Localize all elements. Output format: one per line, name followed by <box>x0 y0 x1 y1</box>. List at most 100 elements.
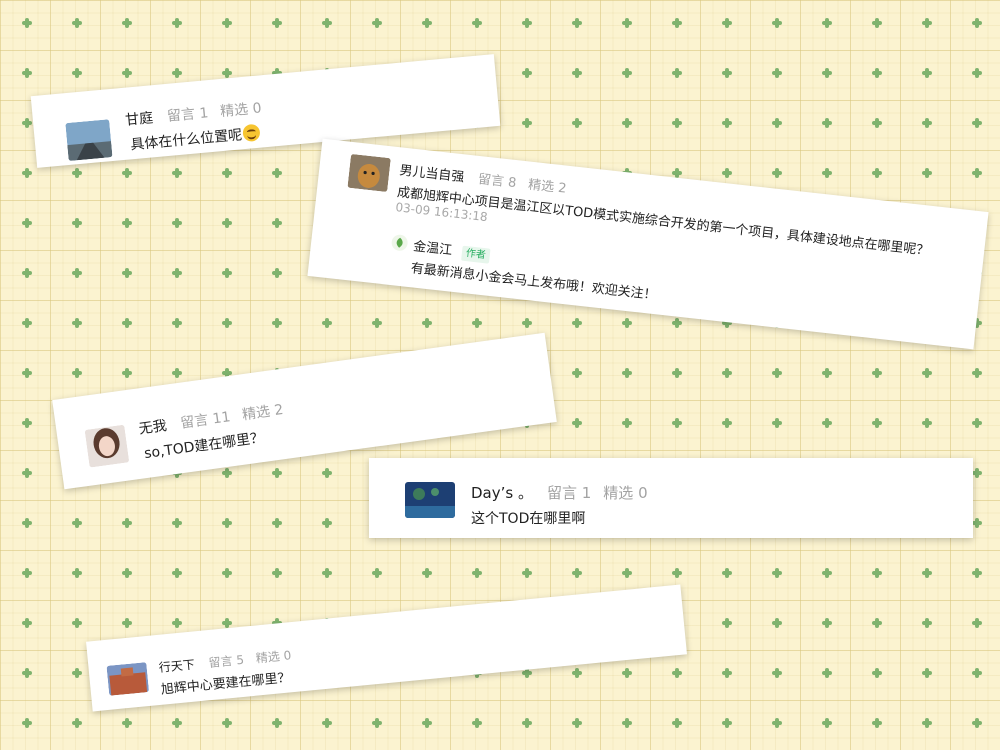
clover-icon <box>672 368 682 378</box>
clover-icon <box>122 718 132 728</box>
clover-icon <box>722 568 732 578</box>
clover-icon <box>22 668 32 678</box>
clover-icon <box>322 468 332 478</box>
clover-icon <box>572 368 582 378</box>
clover-icon <box>522 118 532 128</box>
clover-icon <box>72 218 82 228</box>
clover-icon <box>722 18 732 28</box>
building-photo-avatar[interactable] <box>106 662 150 696</box>
clover-icon <box>122 68 132 78</box>
clover-icon <box>822 368 832 378</box>
clover-icon <box>22 268 32 278</box>
commenter-name[interactable]: 甘庭 <box>125 110 154 128</box>
clover-icon <box>972 718 982 728</box>
clover-icon <box>622 318 632 328</box>
clover-icon <box>572 118 582 128</box>
clover-icon <box>872 418 882 428</box>
clover-icon <box>572 668 582 678</box>
clover-icon <box>172 218 182 228</box>
clover-icon <box>572 568 582 578</box>
clover-icon <box>472 568 482 578</box>
clover-icon <box>22 118 32 128</box>
clover-icon <box>722 418 732 428</box>
clover-icon <box>222 618 232 628</box>
clover-icon <box>772 618 782 628</box>
clover-icon <box>722 618 732 628</box>
clover-icon <box>522 18 532 28</box>
clover-icon <box>972 418 982 428</box>
road-photo-avatar[interactable] <box>65 119 113 162</box>
clover-icon <box>222 218 232 228</box>
commenter-name[interactable]: 行天下 <box>158 657 195 674</box>
clover-icon <box>22 518 32 528</box>
clover-icon <box>772 68 782 78</box>
clover-icon <box>872 168 882 178</box>
clover-icon <box>72 168 82 178</box>
clover-icon <box>72 68 82 78</box>
clover-icon <box>772 718 782 728</box>
clover-icon <box>122 318 132 328</box>
clover-icon <box>72 318 82 328</box>
clover-icon <box>322 318 332 328</box>
clover-icon <box>122 218 132 228</box>
clover-icon <box>622 568 632 578</box>
clover-icon <box>872 718 882 728</box>
clover-icon <box>522 68 532 78</box>
clover-icon <box>72 518 82 528</box>
clover-icon <box>972 118 982 128</box>
message-count: 留言 8 <box>477 172 518 192</box>
clover-icon <box>872 118 882 128</box>
clover-icon <box>922 368 932 378</box>
clover-icon <box>422 568 432 578</box>
clover-icon <box>772 418 782 428</box>
clover-icon <box>222 68 232 78</box>
comment-card-4: Day’s 。留言 1 精选 0 这个TOD在哪里啊 <box>369 458 973 538</box>
clover-icon <box>622 368 632 378</box>
clover-icon <box>172 568 182 578</box>
girl-photo-avatar[interactable] <box>84 424 130 468</box>
night-scene-avatar[interactable] <box>405 482 455 518</box>
commenter-name[interactable]: 无我 <box>138 418 168 438</box>
clover-icon <box>372 568 382 578</box>
clover-icon <box>122 568 132 578</box>
clover-icon <box>922 18 932 28</box>
clover-icon <box>272 518 282 528</box>
clover-icon <box>822 618 832 628</box>
clover-icon <box>922 568 932 578</box>
clover-icon <box>72 268 82 278</box>
clover-icon <box>922 418 932 428</box>
clover-icon <box>672 718 682 728</box>
clover-icon <box>322 18 332 28</box>
clover-icon <box>422 18 432 28</box>
clover-icon <box>822 718 832 728</box>
clover-icon <box>922 668 932 678</box>
featured-count: 精选 0 <box>255 648 292 666</box>
author-reply-text: 有最新消息小金会马上发布哦！欢迎关注！ <box>410 261 658 304</box>
clover-icon <box>972 568 982 578</box>
clover-icon <box>322 718 332 728</box>
clover-icon <box>472 718 482 728</box>
clover-icon <box>72 568 82 578</box>
dog-photo-avatar[interactable] <box>347 153 391 193</box>
author-name[interactable]: 金温江 <box>412 239 452 258</box>
clover-icon <box>122 168 132 178</box>
commenter-name[interactable]: Day’s 。 <box>471 484 533 502</box>
clover-icon <box>22 418 32 428</box>
clover-icon <box>672 68 682 78</box>
clover-icon <box>972 68 982 78</box>
clover-icon <box>772 368 782 378</box>
clover-icon <box>22 218 32 228</box>
clover-icon <box>572 718 582 728</box>
clover-icon <box>72 668 82 678</box>
clover-icon <box>122 268 132 278</box>
clover-icon <box>622 418 632 428</box>
clover-icon <box>22 68 32 78</box>
clover-icon <box>822 418 832 428</box>
clover-icon <box>872 618 882 628</box>
featured-count: 精选 2 <box>527 177 568 197</box>
clover-icon <box>72 18 82 28</box>
clover-icon <box>172 68 182 78</box>
clover-icon <box>222 18 232 28</box>
clover-icon <box>522 568 532 578</box>
clover-icon <box>272 718 282 728</box>
